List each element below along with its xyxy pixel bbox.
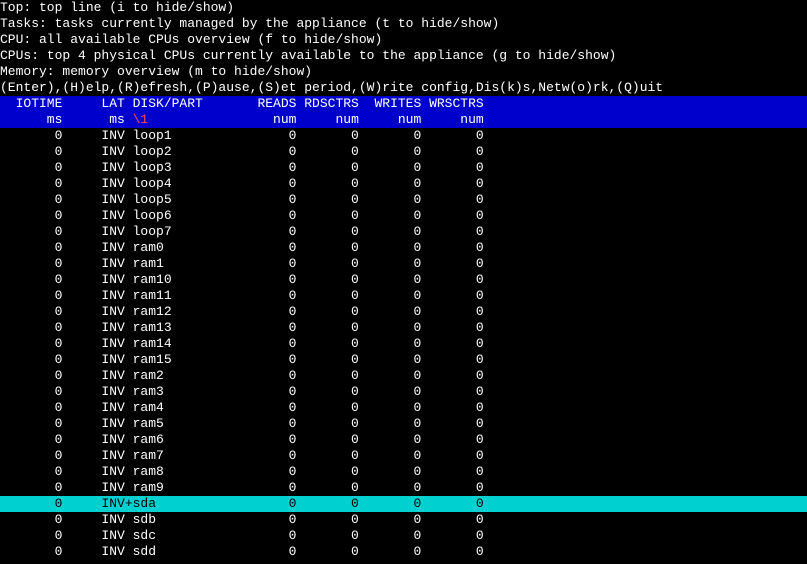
disk-row[interactable]: 0 INV sdb 0 0 0 0: [0, 512, 807, 528]
disk-row[interactable]: 0 INV loop3 0 0 0 0: [0, 160, 807, 176]
info-line-0: Top: top line (i to hide/show): [0, 0, 807, 16]
disk-row[interactable]: 0 INV ram11 0 0 0 0: [0, 288, 807, 304]
disk-row[interactable]: 0 INV ram13 0 0 0 0: [0, 320, 807, 336]
disk-row[interactable]: 0 INV loop4 0 0 0 0: [0, 176, 807, 192]
disk-row[interactable]: 0 INV sdd 0 0 0 0: [0, 544, 807, 560]
disk-row[interactable]: 0 INV ram12 0 0 0 0: [0, 304, 807, 320]
column-header-1: IOTIME LAT DISK/PART READS RDSCTRS WRITE…: [0, 96, 807, 112]
info-line-2: CPU: all available CPUs overview (f to h…: [0, 32, 807, 48]
disk-row[interactable]: 0 INV ram1 0 0 0 0: [0, 256, 807, 272]
disk-row[interactable]: 0 INV+sda 0 0 0 0: [0, 496, 807, 512]
disk-row[interactable]: 0 INV ram3 0 0 0 0: [0, 384, 807, 400]
disk-row[interactable]: 0 INV ram9 0 0 0 0: [0, 480, 807, 496]
disk-row[interactable]: 0 INV loop7 0 0 0 0: [0, 224, 807, 240]
disk-row[interactable]: 0 INV loop6 0 0 0 0: [0, 208, 807, 224]
disk-row[interactable]: 0 INV ram10 0 0 0 0: [0, 272, 807, 288]
disk-row[interactable]: 0 INV ram14 0 0 0 0: [0, 336, 807, 352]
info-line-5: (Enter),(H)elp,(R)efresh,(P)ause,(S)et p…: [0, 80, 807, 96]
disk-row[interactable]: 0 INV ram6 0 0 0 0: [0, 432, 807, 448]
disk-row[interactable]: 0 INV ram0 0 0 0 0: [0, 240, 807, 256]
disk-row[interactable]: 0 INV ram4 0 0 0 0: [0, 400, 807, 416]
column-header-2: ms ms \1 num num num num: [0, 112, 807, 128]
info-line-1: Tasks: tasks currently managed by the ap…: [0, 16, 807, 32]
disk-row[interactable]: 0 INV sdc 0 0 0 0: [0, 528, 807, 544]
sort-indicator: \1: [133, 112, 149, 127]
info-line-4: Memory: memory overview (m to hide/show): [0, 64, 807, 80]
disk-row[interactable]: 0 INV loop2 0 0 0 0: [0, 144, 807, 160]
disk-row[interactable]: 0 INV ram7 0 0 0 0: [0, 448, 807, 464]
disk-row[interactable]: 0 INV loop5 0 0 0 0: [0, 192, 807, 208]
disk-row[interactable]: 0 INV ram15 0 0 0 0: [0, 352, 807, 368]
disk-row[interactable]: 0 INV ram5 0 0 0 0: [0, 416, 807, 432]
info-line-3: CPUs: top 4 physical CPUs currently avai…: [0, 48, 807, 64]
disk-row[interactable]: 0 INV ram2 0 0 0 0: [0, 368, 807, 384]
disk-row[interactable]: 0 INV loop1 0 0 0 0: [0, 128, 807, 144]
disk-row[interactable]: 0 INV ram8 0 0 0 0: [0, 464, 807, 480]
